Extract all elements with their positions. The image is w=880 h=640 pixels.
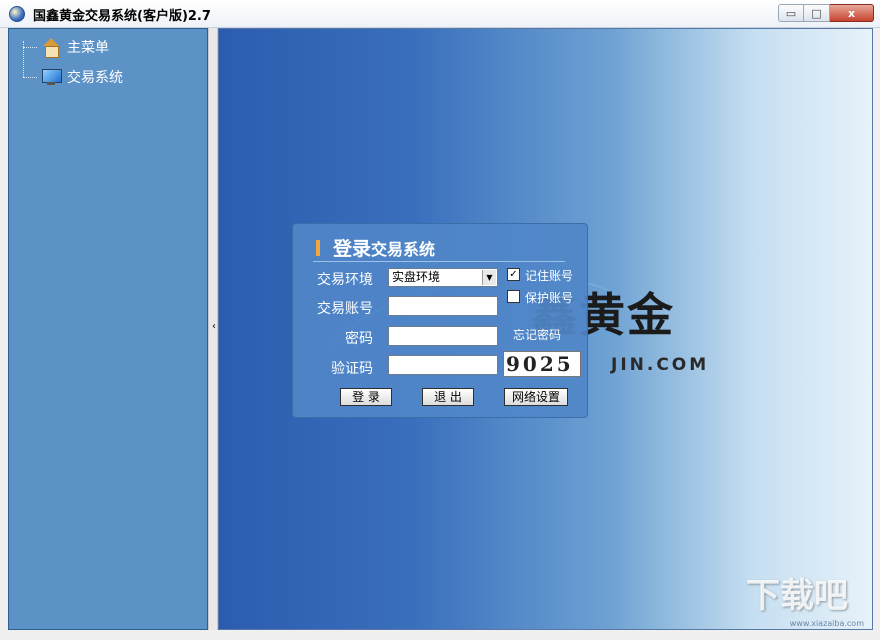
window-controls: ▭ □ x	[778, 4, 874, 22]
login-button[interactable]: 登 录	[340, 388, 392, 406]
login-title-main: 登录	[333, 238, 372, 260]
env-select[interactable]: 实盘环境 ▼	[388, 268, 498, 287]
password-input[interactable]	[388, 326, 498, 346]
captcha-label: 验证码	[331, 361, 373, 377]
tree-connector-branch	[23, 47, 37, 48]
app-globe-icon	[9, 6, 25, 22]
dropdown-arrow-icon[interactable]: ▼	[482, 270, 496, 285]
window-title: 国鑫黄金交易系统(客户版)2.7	[33, 9, 211, 24]
login-title-sub: 交易系统	[371, 240, 436, 259]
env-select-value: 实盘环境	[392, 270, 441, 284]
sidebar-item-label: 交易系统	[67, 70, 123, 86]
monitor-icon	[41, 68, 62, 86]
login-panel: 登录交易系统 交易环境 实盘环境 ▼ 交易账号 密码 验证码 ✓ 记住账号 保护…	[292, 223, 588, 418]
remember-account-label: 记住账号	[525, 269, 574, 283]
remember-account-checkbox[interactable]: ✓	[507, 268, 520, 281]
title-bar: 国鑫黄金交易系统(客户版)2.7 ▭ □ x	[0, 0, 880, 28]
protect-account-label: 保护账号	[525, 291, 574, 305]
title-accent-bar	[316, 240, 320, 256]
forgot-password-link[interactable]: 忘记密码	[513, 326, 561, 343]
account-input[interactable]	[388, 296, 498, 316]
password-label: 密码	[345, 331, 373, 347]
watermark-logo: 下载吧	[746, 576, 848, 616]
network-settings-button[interactable]: 网络设置	[504, 388, 568, 406]
main-panel: 鑫黄金 JIN.COM 下载吧 www.xiazaiba.com 登录交易系统 …	[218, 28, 873, 630]
account-label: 交易账号	[317, 301, 373, 317]
sidebar-item-trading-system[interactable]: 交易系统	[41, 67, 123, 87]
sidebar-item-label: 主菜单	[67, 40, 109, 56]
captcha-image[interactable]: 9025	[503, 351, 581, 377]
close-button[interactable]: x	[830, 4, 874, 22]
brand-logo-domain: JIN.COM	[611, 355, 710, 375]
sidebar-tree: 主菜单 交易系统	[8, 28, 208, 630]
captcha-input[interactable]	[388, 355, 498, 375]
house-icon	[41, 38, 61, 58]
env-label: 交易环境	[317, 272, 373, 288]
maximize-button[interactable]: □	[804, 4, 830, 22]
tree-connector-branch	[23, 77, 37, 78]
collapse-arrow-icon[interactable]: ‹	[210, 318, 218, 336]
protect-account-checkbox[interactable]	[507, 290, 520, 303]
login-title: 登录交易系统	[333, 234, 435, 261]
sidebar-item-main-menu[interactable]: 主菜单	[41, 37, 109, 58]
title-divider	[313, 261, 565, 262]
watermark-url: www.xiazaiba.com	[789, 619, 864, 628]
minimize-button[interactable]: ▭	[778, 4, 804, 22]
exit-button[interactable]: 退 出	[422, 388, 474, 406]
